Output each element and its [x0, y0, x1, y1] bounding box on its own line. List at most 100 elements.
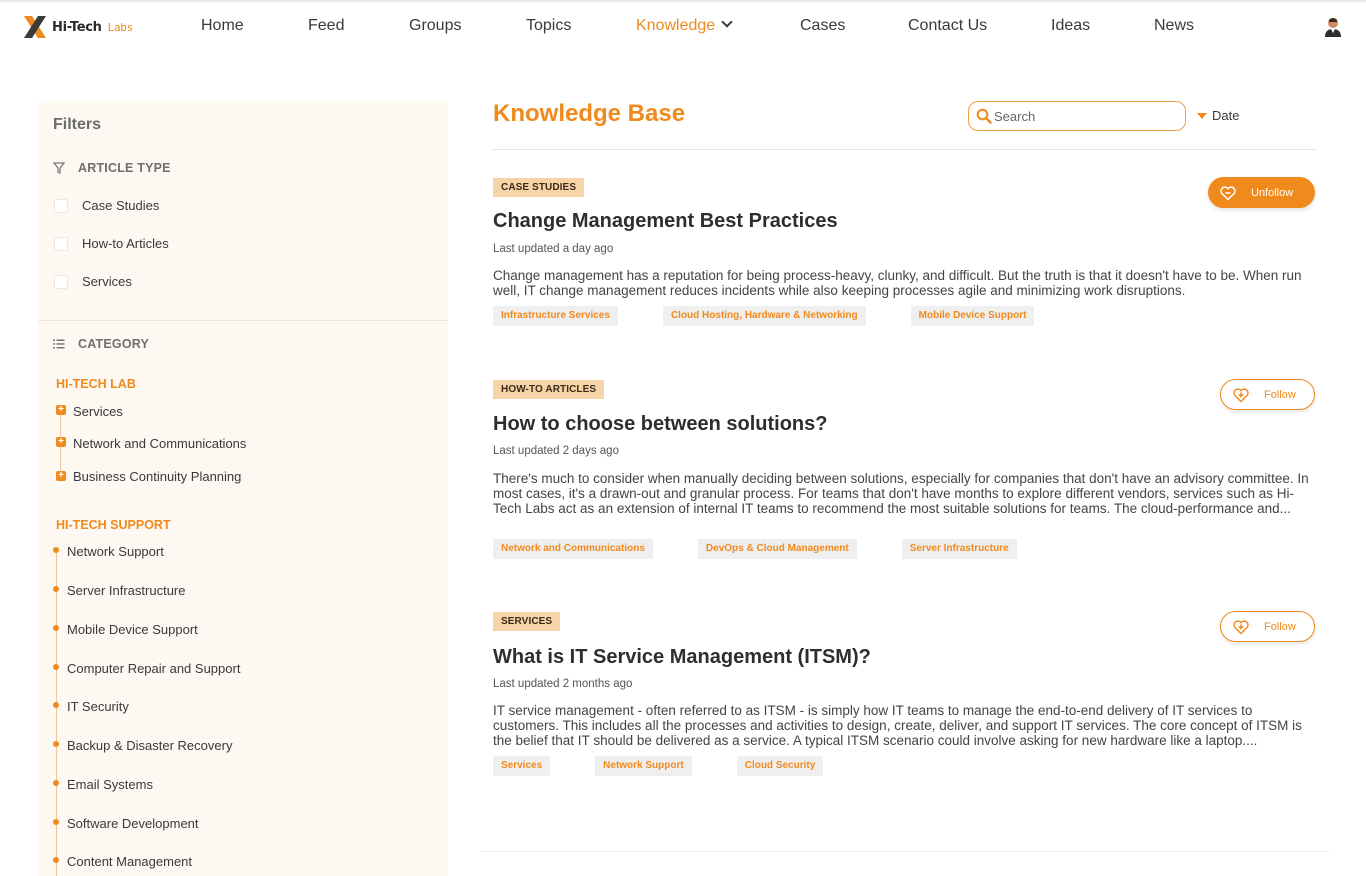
- article-type-option[interactable]: How-to Articles: [54, 236, 169, 251]
- search-box[interactable]: [968, 101, 1186, 131]
- article-type-heading: ARTICLE TYPE: [78, 161, 171, 175]
- checkbox[interactable]: [54, 236, 68, 251]
- category-item[interactable]: Email Systems: [67, 777, 153, 792]
- article-title[interactable]: What is IT Service Management (ITSM)?: [493, 646, 871, 669]
- category-item[interactable]: Backup & Disaster Recovery: [67, 738, 232, 753]
- header-divider: [492, 149, 1317, 150]
- follow-button[interactable]: Follow: [1220, 379, 1315, 410]
- brand-name: Hi-Tech: [52, 19, 102, 35]
- checkbox-label: Services: [82, 274, 132, 289]
- top-navbar: Hi-Tech Labs Home Feed Groups Topics Know…: [0, 0, 1366, 52]
- nav-news[interactable]: News: [1154, 17, 1194, 35]
- nav-knowledge[interactable]: Knowledge: [636, 16, 733, 35]
- list-end-divider: [480, 851, 1330, 852]
- checkbox-label: How-to Articles: [82, 236, 169, 251]
- tree-node-dot: [53, 702, 59, 708]
- article-type-badge: CASE STUDIES: [493, 178, 585, 197]
- tree-node-dot: [53, 547, 59, 553]
- article-title[interactable]: Change Management Best Practices: [493, 210, 838, 233]
- filter-icon: [53, 162, 65, 174]
- follow-button-label: Unfollow: [1251, 186, 1294, 199]
- category-item[interactable]: Server Infrastructure: [67, 583, 186, 598]
- tag-chip[interactable]: DevOps & Cloud Management: [697, 539, 857, 559]
- tag-chip[interactable]: Services: [493, 756, 551, 776]
- article-excerpt: Change management has a reputation for b…: [493, 268, 1302, 298]
- tag-chip[interactable]: Network Support: [595, 756, 692, 776]
- expand-plus-icon[interactable]: +: [56, 437, 66, 447]
- article-title[interactable]: How to choose between solutions?: [493, 413, 827, 436]
- list-icon: [53, 339, 65, 349]
- category-group-hi-tech-support[interactable]: HI-TECH SUPPORT: [56, 518, 171, 532]
- checkbox[interactable]: [54, 274, 68, 289]
- category-item[interactable]: Content Management: [67, 854, 192, 869]
- article-type-option[interactable]: Services: [54, 274, 132, 289]
- nav-feed[interactable]: Feed: [308, 17, 344, 35]
- tree-node-dot: [53, 741, 59, 747]
- tag-chip[interactable]: Infrastructure Services: [493, 306, 618, 326]
- checkbox-label: Case Studies: [82, 198, 160, 213]
- filters-sidebar: Filters ARTICLE TYPE Case Studies How-to…: [38, 101, 448, 876]
- category-item[interactable]: Computer Repair and Support: [67, 661, 240, 676]
- brand-logo[interactable]: Hi-Tech Labs: [22, 12, 133, 42]
- sort-dropdown[interactable]: Date: [1197, 108, 1239, 123]
- sort-label: Date: [1212, 108, 1240, 123]
- search-icon[interactable]: [976, 108, 992, 124]
- article-type-option[interactable]: Case Studies: [54, 198, 159, 213]
- heart-plus-icon: [1233, 619, 1249, 635]
- follow-button-label: Follow: [1264, 620, 1296, 633]
- tag-chip[interactable]: Server Infrastructure: [901, 539, 1017, 559]
- tag-chip[interactable]: Mobile Device Support: [910, 306, 1035, 326]
- expand-plus-icon[interactable]: +: [56, 471, 66, 481]
- filters-title: Filters: [53, 116, 102, 133]
- tag-chip[interactable]: Cloud Hosting, Hardware & Networking: [662, 306, 866, 326]
- last-updated: Last updated a day ago: [493, 243, 614, 255]
- nav-ideas[interactable]: Ideas: [1051, 17, 1090, 35]
- last-updated: Last updated 2 days ago: [493, 445, 619, 457]
- nav-cases[interactable]: Cases: [800, 17, 845, 35]
- logo-x-icon: [24, 16, 46, 38]
- tree-node-dot: [53, 664, 59, 670]
- follow-button[interactable]: Follow: [1220, 611, 1315, 642]
- category-item[interactable]: Services: [73, 404, 123, 419]
- category-item[interactable]: IT Security: [67, 699, 129, 714]
- tree-node-dot: [53, 586, 59, 592]
- category-item[interactable]: Mobile Device Support: [67, 622, 198, 637]
- category-item[interactable]: Software Development: [67, 816, 199, 831]
- search-input[interactable]: [994, 108, 1174, 124]
- tag-chip[interactable]: Cloud Security: [736, 756, 824, 776]
- sidebar-divider: [38, 320, 448, 321]
- nav-topics[interactable]: Topics: [526, 17, 571, 35]
- heart-minus-icon: [1220, 185, 1236, 201]
- article-excerpt: IT service management - often referred t…: [493, 703, 1302, 748]
- tree-node-dot: [53, 625, 59, 631]
- category-heading: CATEGORY: [78, 337, 150, 351]
- tag-list: Services Network Support Cloud Security: [493, 756, 868, 776]
- tree-node-dot: [53, 780, 59, 786]
- sort-caret-icon: [1197, 112, 1207, 119]
- nav-home[interactable]: Home: [201, 17, 244, 35]
- follow-button-label: Follow: [1264, 388, 1296, 401]
- nav-groups[interactable]: Groups: [409, 17, 461, 35]
- last-updated: Last updated 2 months ago: [493, 678, 633, 690]
- nav-knowledge-label: Knowledge: [636, 17, 716, 34]
- tag-list: Infrastructure Services Cloud Hosting, H…: [493, 306, 1079, 326]
- category-item[interactable]: Network and Communications: [73, 436, 246, 451]
- page-title: Knowledge Base: [493, 100, 686, 127]
- article-excerpt: There's much to consider when manually d…: [493, 471, 1309, 516]
- brand-suffix: Labs: [107, 20, 134, 34]
- tree-connector: [56, 547, 57, 876]
- expand-plus-icon[interactable]: +: [56, 405, 66, 415]
- chevron-down-icon: [721, 16, 733, 28]
- unfollow-button[interactable]: Unfollow: [1208, 177, 1315, 208]
- tag-chip[interactable]: Network and Communications: [493, 539, 653, 559]
- tag-list: Network and Communications DevOps & Clou…: [493, 539, 1062, 559]
- category-group-hi-tech-lab[interactable]: HI-TECH LAB: [56, 377, 136, 391]
- category-item[interactable]: Business Continuity Planning: [73, 469, 241, 484]
- nav-contact-us[interactable]: Contact Us: [908, 17, 987, 35]
- category-item[interactable]: Network Support: [67, 544, 164, 559]
- tree-node-dot: [53, 857, 59, 863]
- tree-node-dot: [53, 819, 59, 825]
- checkbox[interactable]: [54, 198, 68, 213]
- user-avatar-icon[interactable]: [1324, 17, 1342, 37]
- heart-plus-icon: [1233, 387, 1249, 403]
